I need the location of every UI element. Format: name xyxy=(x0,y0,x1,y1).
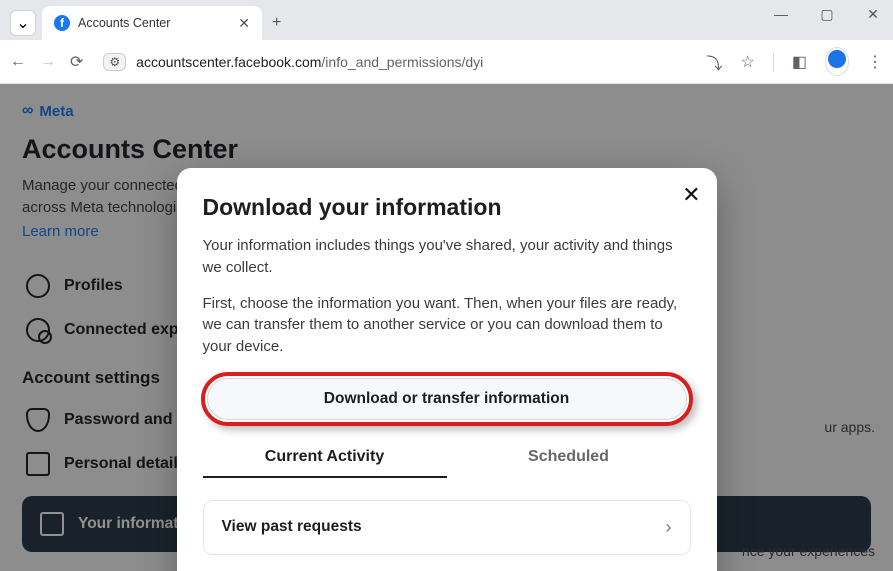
chevron-right-icon: › xyxy=(666,517,672,538)
reload-button[interactable]: ⟳ xyxy=(70,52,83,72)
close-tab-button[interactable]: ✕ xyxy=(238,15,250,32)
address-bar[interactable]: ⚙ accountscenter.facebook.com/info_and_p… xyxy=(97,53,682,71)
browser-titlebar: ⌄ f Accounts Center ✕ + — ▢ ✕ xyxy=(0,0,893,40)
facebook-favicon-icon: f xyxy=(54,15,70,31)
tab-search-button[interactable]: ⌄ xyxy=(10,10,36,36)
tab-scheduled[interactable]: Scheduled xyxy=(447,438,691,478)
separator xyxy=(773,52,774,72)
download-or-transfer-button[interactable]: Download or transfer information xyxy=(207,378,687,420)
maximize-button[interactable]: ▢ xyxy=(813,6,841,23)
close-window-button[interactable]: ✕ xyxy=(859,6,887,23)
minimize-button[interactable]: — xyxy=(767,6,795,23)
row-label: View past requests xyxy=(222,518,362,536)
browser-tab[interactable]: f Accounts Center ✕ xyxy=(42,6,262,40)
back-button[interactable]: ← xyxy=(10,53,26,71)
avatar-icon xyxy=(828,50,846,68)
modal-paragraph: Your information includes things you've … xyxy=(203,235,691,279)
url-text: accountscenter.facebook.com/info_and_per… xyxy=(136,54,483,70)
view-past-requests-row[interactable]: View past requests › xyxy=(203,500,691,555)
modal-tabs: Current Activity Scheduled xyxy=(203,438,691,478)
site-settings-icon[interactable]: ⚙ xyxy=(103,53,126,71)
close-modal-button[interactable]: ✕ xyxy=(682,182,700,208)
browser-toolbar: ← → ⟳ ⚙ accountscenter.facebook.com/info… xyxy=(0,40,893,84)
tab-current-activity[interactable]: Current Activity xyxy=(203,438,447,478)
tab-title: Accounts Center xyxy=(78,16,230,30)
download-info-modal: ✕ Download your information Your informa… xyxy=(177,168,717,571)
menu-button[interactable]: ⋮ xyxy=(867,52,883,72)
forward-button[interactable]: → xyxy=(40,53,56,71)
chevron-down-icon: ⌄ xyxy=(16,13,29,33)
modal-title: Download your information xyxy=(203,194,691,221)
profile-button[interactable] xyxy=(825,47,849,76)
modal-paragraph: First, choose the information you want. … xyxy=(203,293,691,358)
install-app-icon[interactable]: ⤵ xyxy=(707,50,723,74)
side-panel-icon[interactable]: ◧ xyxy=(792,52,807,72)
cta-highlight: Download or transfer information xyxy=(201,372,693,426)
bookmark-icon[interactable]: ☆ xyxy=(741,52,755,72)
page-content: ∞ Meta Accounts Center Manage your conne… xyxy=(0,84,893,571)
window-controls: — ▢ ✕ xyxy=(767,6,887,23)
new-tab-button[interactable]: + xyxy=(272,14,281,32)
